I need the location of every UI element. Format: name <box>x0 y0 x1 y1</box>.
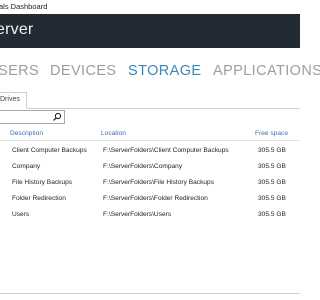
subtab-strip: Drives <box>0 92 300 109</box>
search-icon[interactable] <box>52 112 62 122</box>
tab-devices[interactable]: DEVICES <box>50 63 116 79</box>
cell-description: Folder Redirection <box>12 195 66 202</box>
cell-description: Users <box>12 211 30 218</box>
cell-free-space: 305.5 GB <box>258 179 286 186</box>
cell-free-space: 305.5 GB <box>258 163 286 170</box>
subtab-drives-label: Drives <box>0 96 20 103</box>
table-header: Description Location Free space <box>0 128 300 141</box>
window-titlebar: als Dashboard <box>0 0 300 15</box>
column-header-location[interactable]: Location <box>101 130 126 137</box>
tab-users[interactable]: SERS <box>0 63 39 79</box>
app-header: erver <box>0 14 300 48</box>
subtab-drives[interactable]: Drives <box>0 92 27 109</box>
table-row[interactable]: Users F:\ServerFolders\Users 305.5 GB <box>0 208 300 224</box>
cell-free-space: 305.5 GB <box>258 195 286 202</box>
main-nav: SERS DEVICES STORAGE APPLICATIONS <box>0 48 320 92</box>
table-row[interactable]: Folder Redirection F:\ServerFolders\Fold… <box>0 192 300 208</box>
window-title: als Dashboard <box>0 2 48 11</box>
tab-applications[interactable]: APPLICATIONS <box>213 63 320 79</box>
cell-location: F:\ServerFolders\File History Backups <box>103 179 215 186</box>
cell-location: F:\ServerFolders\Client Computer Backups <box>103 147 229 154</box>
table-row[interactable]: Company F:\ServerFolders\Company 305.5 G… <box>0 160 300 176</box>
cell-location: F:\ServerFolders\Users <box>103 211 172 218</box>
cell-free-space: 305.5 GB <box>258 147 286 154</box>
product-name: erver <box>0 21 34 38</box>
column-header-free-space[interactable]: Free space <box>255 130 288 137</box>
cell-free-space: 305.5 GB <box>258 211 286 218</box>
tab-storage[interactable]: STORAGE <box>128 63 201 79</box>
cell-description: Client Computer Backups <box>12 147 87 154</box>
table-row[interactable]: Client Computer Backups F:\ServerFolders… <box>0 144 300 160</box>
cell-description: Company <box>12 163 41 170</box>
table-row[interactable]: File History Backups F:\ServerFolders\Fi… <box>0 176 300 192</box>
column-header-description[interactable]: Description <box>10 130 43 137</box>
cell-location: F:\ServerFolders\Company <box>103 163 183 170</box>
search-input[interactable] <box>0 110 65 124</box>
cell-location: F:\ServerFolders\Folder Redirection <box>103 195 208 202</box>
cell-description: File History Backups <box>12 179 73 186</box>
divider <box>0 293 300 294</box>
